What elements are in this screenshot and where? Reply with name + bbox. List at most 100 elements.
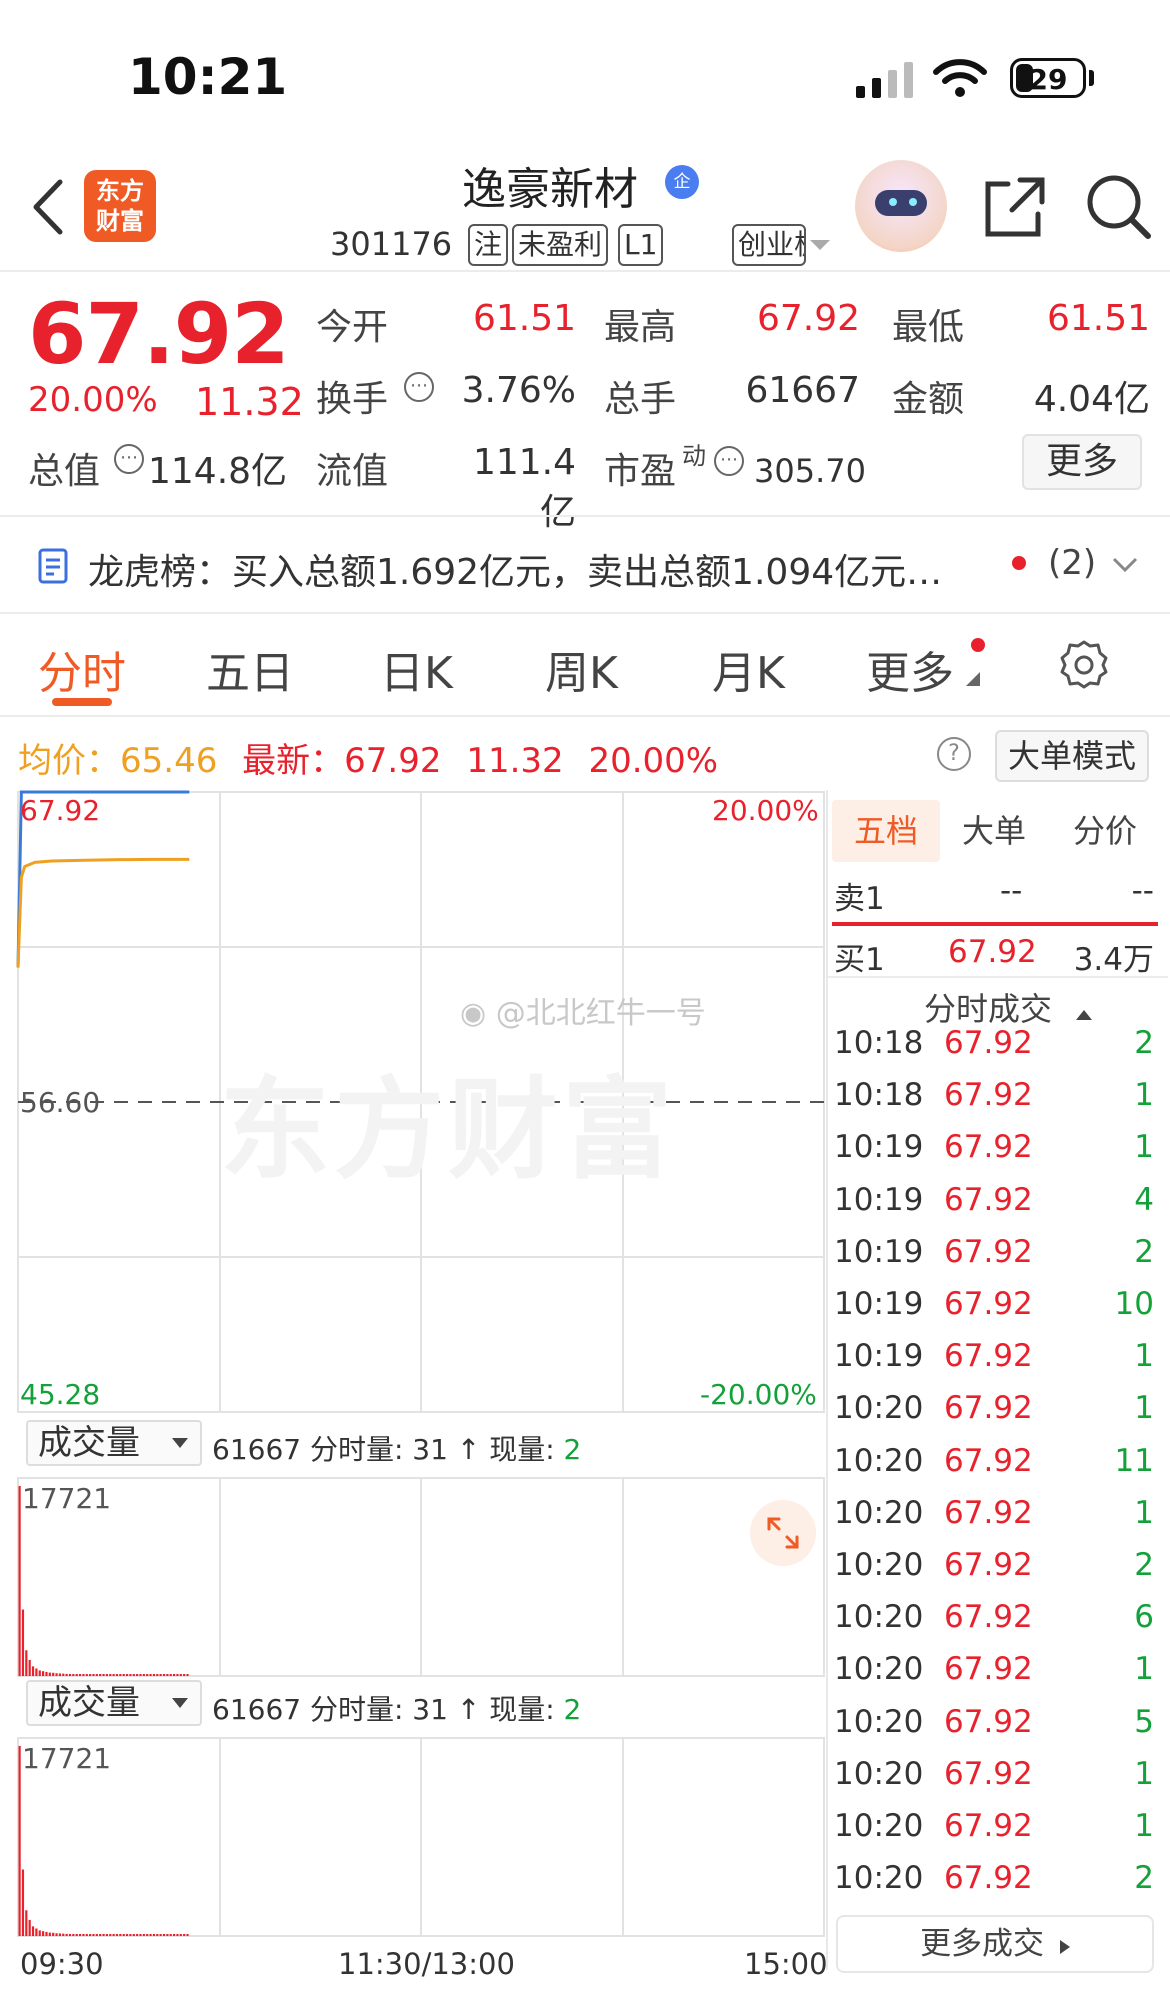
- sell1-label: 卖1: [834, 881, 885, 917]
- volume-bar: [166, 1934, 169, 1936]
- help-icon[interactable]: ?: [937, 737, 971, 771]
- volume-bar: [35, 1668, 38, 1676]
- volume-bar: [156, 1934, 159, 1936]
- gear-icon[interactable]: [1058, 638, 1110, 690]
- stock-name: 逸豪新材: [462, 164, 638, 215]
- volume-bar: [176, 1674, 179, 1676]
- volume-bar: [139, 1934, 142, 1936]
- more-trades-button[interactable]: 更多成交: [836, 1915, 1154, 1973]
- trade-row: 10:20 67.92 1: [828, 1495, 1160, 1539]
- back-icon[interactable]: [28, 178, 68, 236]
- assistant-robot-avatar[interactable]: [855, 160, 947, 252]
- status-time: 10:21: [128, 48, 288, 106]
- volume-bar: [58, 1933, 61, 1936]
- dragon-tiger-count: (2): [1048, 543, 1097, 583]
- current-volume: 2: [563, 1433, 582, 1466]
- tag-level[interactable]: L1: [618, 224, 664, 266]
- volume-bar: [125, 1674, 129, 1676]
- trade-price: 67.92: [944, 1077, 1033, 1114]
- unread-dot: [1012, 556, 1026, 570]
- tab-intraday[interactable]: 分时: [38, 637, 126, 701]
- chevron-down-icon[interactable]: [1112, 556, 1138, 574]
- volume-max-label: 17721: [22, 1742, 112, 1775]
- volume-bar: [129, 1674, 132, 1676]
- mktcap-info-icon[interactable]: ⋯: [114, 444, 144, 474]
- volume-bar: [48, 1932, 51, 1936]
- expand-chart-button[interactable]: [750, 1500, 816, 1566]
- volume-bar: [89, 1934, 92, 1936]
- volume-bar: [25, 1650, 28, 1676]
- y-axis-bottom: 45.28: [20, 1378, 101, 1411]
- trade-volume: 1: [1134, 1129, 1154, 1166]
- volume-bar: [82, 1674, 85, 1676]
- big-order-mode-button[interactable]: 大单模式: [995, 730, 1149, 782]
- volume-bar: [186, 1934, 189, 1936]
- trade-volume: 5: [1134, 1703, 1154, 1740]
- latest-price-value: 67.92: [344, 741, 442, 781]
- volume-bar: [38, 1930, 41, 1936]
- tag-registration[interactable]: 注: [468, 224, 509, 266]
- pe-info-icon[interactable]: ⋯: [714, 446, 744, 476]
- volume-bar: [159, 1674, 162, 1676]
- battery-icon: 29: [1010, 58, 1086, 98]
- sort-up-icon: [1076, 1010, 1093, 1020]
- trade-price: 67.92: [944, 1755, 1033, 1792]
- trades-header[interactable]: 分时成交: [924, 984, 1093, 1030]
- volume-indicator-selector[interactable]: 成交量: [26, 1420, 202, 1466]
- volume-indicator-selector[interactable]: 成交量: [26, 1680, 202, 1726]
- volume-bar: [156, 1674, 159, 1676]
- volume-bar: [85, 1674, 88, 1676]
- volume-bar: [21, 1869, 25, 1936]
- trade-price: 67.92: [944, 1181, 1033, 1218]
- tab-five-levels[interactable]: 五档: [832, 800, 940, 862]
- trade-row: 10:20 67.92 2: [828, 1547, 1160, 1591]
- trade-row: 10:20 67.92 6: [828, 1599, 1160, 1643]
- float-cap-value: 111.4亿: [472, 442, 576, 533]
- cellular-signal-icon: [856, 60, 916, 98]
- share-icon[interactable]: [984, 176, 1046, 238]
- board-selector[interactable]: 创业板: [732, 224, 806, 266]
- app-logo: 东方 财富: [84, 170, 156, 242]
- y-axis-mid: 56.60: [20, 1086, 101, 1119]
- tab-price-distribution[interactable]: 分价: [1052, 800, 1158, 862]
- weibo-watermark: ◉ @北北红牛一号: [460, 988, 706, 1032]
- trade-time: 10:19: [834, 1129, 924, 1166]
- volume-selector-label: 成交量: [38, 1423, 140, 1463]
- volume-bar: [166, 1674, 169, 1676]
- search-icon[interactable]: [1086, 174, 1152, 240]
- volume-bar: [105, 1934, 109, 1936]
- volume-bar: [112, 1934, 115, 1936]
- divider: [0, 612, 1170, 614]
- amount-label: 金额: [892, 379, 965, 420]
- tab-daily-k[interactable]: 日K: [380, 637, 453, 701]
- pe-label: 市盈: [604, 451, 677, 492]
- tab-weekly-k[interactable]: 周K: [545, 637, 618, 701]
- turnover-info-icon[interactable]: ⋯: [404, 372, 434, 402]
- tag-unprofitable[interactable]: 未盈利: [512, 224, 609, 266]
- tab-more-badge: [971, 638, 985, 652]
- volume-bar: [102, 1934, 105, 1936]
- avg-price-line: [16, 857, 190, 968]
- logo-line2: 财富: [96, 207, 144, 235]
- board-dropdown-icon[interactable]: [810, 238, 830, 252]
- low-value: 61.51: [1046, 298, 1150, 339]
- mktcap-label: 总值: [28, 451, 101, 492]
- float-cap-label: 流值: [316, 451, 389, 492]
- chart-bg-watermark: 东方财富: [220, 1066, 676, 1194]
- trade-row: 10:19 67.92 10: [828, 1286, 1160, 1330]
- tab-five-day[interactable]: 五日: [206, 637, 294, 701]
- trade-time: 10:19: [834, 1181, 924, 1218]
- trade-volume: 1: [1134, 1755, 1154, 1792]
- tab-monthly-k[interactable]: 月K: [712, 637, 785, 701]
- dragon-tiger-summary[interactable]: 龙虎榜：买入总额1.692亿元，卖出总额1.094亿元…: [88, 543, 942, 595]
- tab-big-orders[interactable]: 大单: [944, 800, 1044, 862]
- trade-volume: 2: [1134, 1547, 1154, 1583]
- more-quote-button[interactable]: 更多: [1022, 434, 1142, 490]
- current-price: 67.92: [28, 285, 290, 383]
- trade-row: 10:18 67.92 1: [828, 1077, 1160, 1121]
- tab-more[interactable]: 更多: [866, 637, 954, 701]
- document-icon: [38, 548, 68, 584]
- volume-info: 61667 分时量: 31 ↑ 现量: 2: [212, 1688, 581, 1728]
- volume-bar: [132, 1674, 135, 1676]
- x-axis-mid: 11:30/13:00: [338, 1947, 515, 1981]
